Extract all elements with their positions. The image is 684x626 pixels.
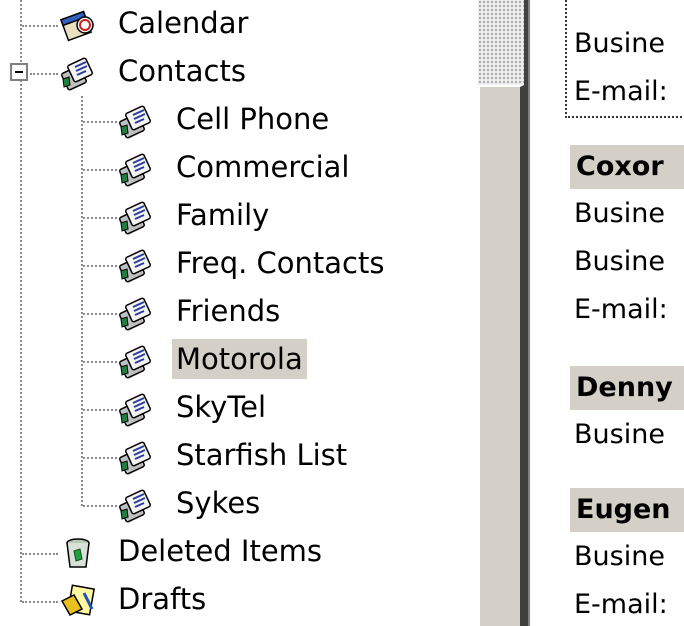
contact-field: Busine: [574, 246, 665, 277]
contact-card-header[interactable]: Eugen: [570, 488, 684, 532]
contact-field: Busine: [574, 541, 665, 572]
contact-card-header[interactable]: Coxor: [570, 145, 684, 189]
tree-item-label: Friends: [176, 294, 281, 328]
tree-item-starfish-list[interactable]: Starfish List: [0, 433, 360, 481]
tree-item-deleted-items[interactable]: Deleted Items: [0, 529, 330, 577]
scrollbar-track[interactable]: [478, 0, 524, 85]
tree-item-sykes[interactable]: Sykes: [0, 481, 270, 529]
tree-item-freq-contacts[interactable]: Freq. Contacts: [0, 241, 400, 289]
contacts-icon: [118, 247, 154, 283]
contact-field: E-mail:: [574, 76, 668, 107]
contacts-icon: [118, 151, 154, 187]
contact-field: E-mail:: [574, 589, 668, 620]
tree-item-family[interactable]: Family: [0, 193, 280, 241]
tree-item-cell-phone[interactable]: Cell Phone: [0, 97, 340, 145]
contacts-icon: [118, 103, 154, 139]
contacts-icon: [60, 55, 96, 91]
tree-item-label: Starfish List: [176, 438, 348, 472]
folder-tree: Calendar Contacts Cell Phone Commercial …: [0, 0, 478, 626]
contacts-icon: [118, 343, 154, 379]
contact-field: Busine: [574, 28, 665, 59]
calendar-icon: [60, 7, 96, 43]
tree-item-skytel[interactable]: SkyTel: [0, 385, 280, 433]
tree-item-calendar[interactable]: Calendar: [0, 1, 260, 49]
tree-item-label: Drafts: [118, 582, 207, 616]
drafts-icon: [60, 583, 96, 619]
tree-item-contacts[interactable]: Contacts: [0, 49, 260, 97]
tree-item-label: Deleted Items: [118, 534, 323, 568]
tree-item-label: SkyTel: [176, 390, 267, 424]
contacts-icon: [118, 199, 154, 235]
contact-field: E-mail:: [574, 294, 668, 325]
tree-item-label: Calendar: [118, 6, 249, 40]
contacts-icon: [118, 391, 154, 427]
tree-item-label: Family: [176, 198, 270, 232]
tree-item-label: Cell Phone: [176, 102, 330, 136]
vertical-scrollbar[interactable]: [478, 0, 530, 626]
tree-item-label: Commercial: [176, 150, 350, 184]
tree-item-label: Sykes: [176, 486, 261, 520]
contact-card-header[interactable]: Denny: [570, 366, 684, 410]
tree-item-label: Freq. Contacts: [176, 246, 385, 280]
tree-item-label: Contacts: [118, 54, 246, 88]
contacts-icon: [118, 295, 154, 331]
tree-item-friends[interactable]: Friends: [0, 289, 290, 337]
tree-item-label: Motorola: [172, 339, 307, 379]
contact-field: Busine: [574, 198, 665, 229]
contact-field: Busine: [574, 419, 665, 450]
scrollbar-thumb[interactable]: [478, 85, 524, 626]
contacts-icon: [118, 487, 154, 523]
tree-item-commercial[interactable]: Commercial: [0, 145, 350, 193]
contact-list-pane: Busine E-mail: Coxor Busine Busine E-mai…: [530, 0, 684, 626]
deleted-items-icon: [60, 535, 96, 571]
tree-item-motorola[interactable]: Motorola: [0, 337, 320, 385]
contacts-icon: [118, 439, 154, 475]
tree-item-drafts[interactable]: Drafts: [0, 577, 220, 625]
